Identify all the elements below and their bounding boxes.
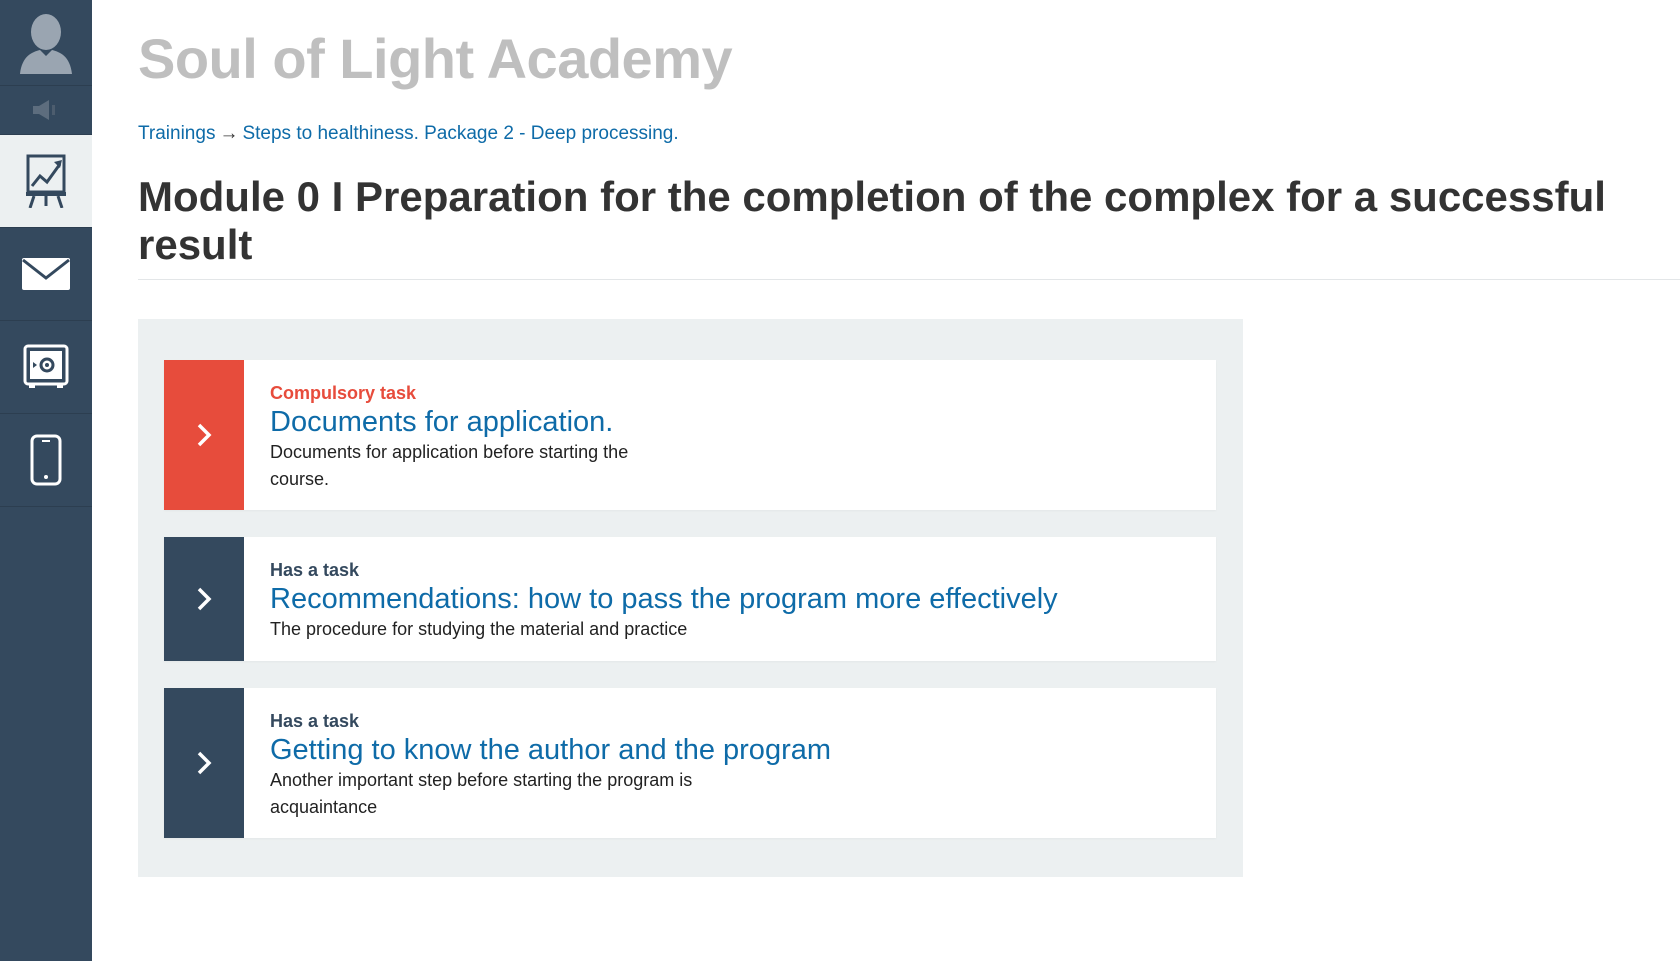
sidebar-item-messages[interactable] — [0, 228, 92, 321]
task-card-recommendations[interactable]: Has a task Recommendations: how to pass … — [164, 537, 1216, 661]
task-status-label: Compulsory task — [270, 383, 417, 403]
breadcrumb-link-package[interactable]: Steps to healthiness. Package 2 - Deep p… — [242, 123, 678, 144]
sidebar-item-trainings[interactable] — [0, 135, 92, 228]
chevron-right-icon — [197, 587, 212, 611]
task-card-author[interactable]: Has a task Getting to know the author an… — [164, 688, 1216, 838]
safe-icon — [23, 344, 69, 388]
task-card-documents[interactable]: Compulsory task Documents for applicatio… — [164, 360, 1216, 510]
task-description: Documents for application before startin… — [270, 442, 629, 489]
breadcrumb-link-trainings[interactable]: Trainings — [138, 123, 215, 144]
task-title-link[interactable]: Documents for application. — [270, 405, 690, 439]
task-status-label: Has a task — [270, 711, 360, 731]
user-avatar-icon — [20, 13, 72, 74]
tasks-panel: Compulsory task Documents for applicatio… — [138, 319, 1243, 877]
sidebar-item-mobile[interactable] — [0, 414, 92, 507]
breadcrumb-separator: → — [219, 123, 239, 144]
title-divider — [138, 279, 1680, 280]
envelope-icon — [22, 258, 70, 290]
task-expand-button[interactable] — [164, 688, 244, 838]
task-description: The procedure for studying the material … — [270, 619, 688, 639]
breadcrumb: Trainings → Steps to healthiness. Package … — [138, 123, 679, 145]
module-title: Module 0 I Preparation for the completio… — [138, 173, 1606, 268]
sidebar-item-safe[interactable] — [0, 321, 92, 414]
chevron-right-icon — [197, 423, 212, 447]
speaker-icon — [33, 100, 55, 120]
chevron-right-icon — [197, 751, 212, 775]
sidebar — [0, 0, 92, 961]
task-title-link[interactable]: Recommendations: how to pass the program… — [270, 582, 1070, 616]
task-status-label: Has a task — [270, 560, 360, 580]
task-description: Another important step before starting t… — [270, 770, 693, 817]
app-title: Soul of Light Academy — [138, 27, 733, 90]
task-expand-button[interactable] — [164, 537, 244, 661]
task-expand-button[interactable] — [164, 360, 244, 510]
task-title-link[interactable]: Getting to know the author and the progr… — [270, 733, 831, 767]
sidebar-sound-toggle[interactable] — [0, 86, 92, 135]
sidebar-avatar[interactable] — [0, 0, 92, 86]
presentation-chart-icon — [26, 154, 66, 208]
smartphone-icon — [30, 434, 62, 486]
